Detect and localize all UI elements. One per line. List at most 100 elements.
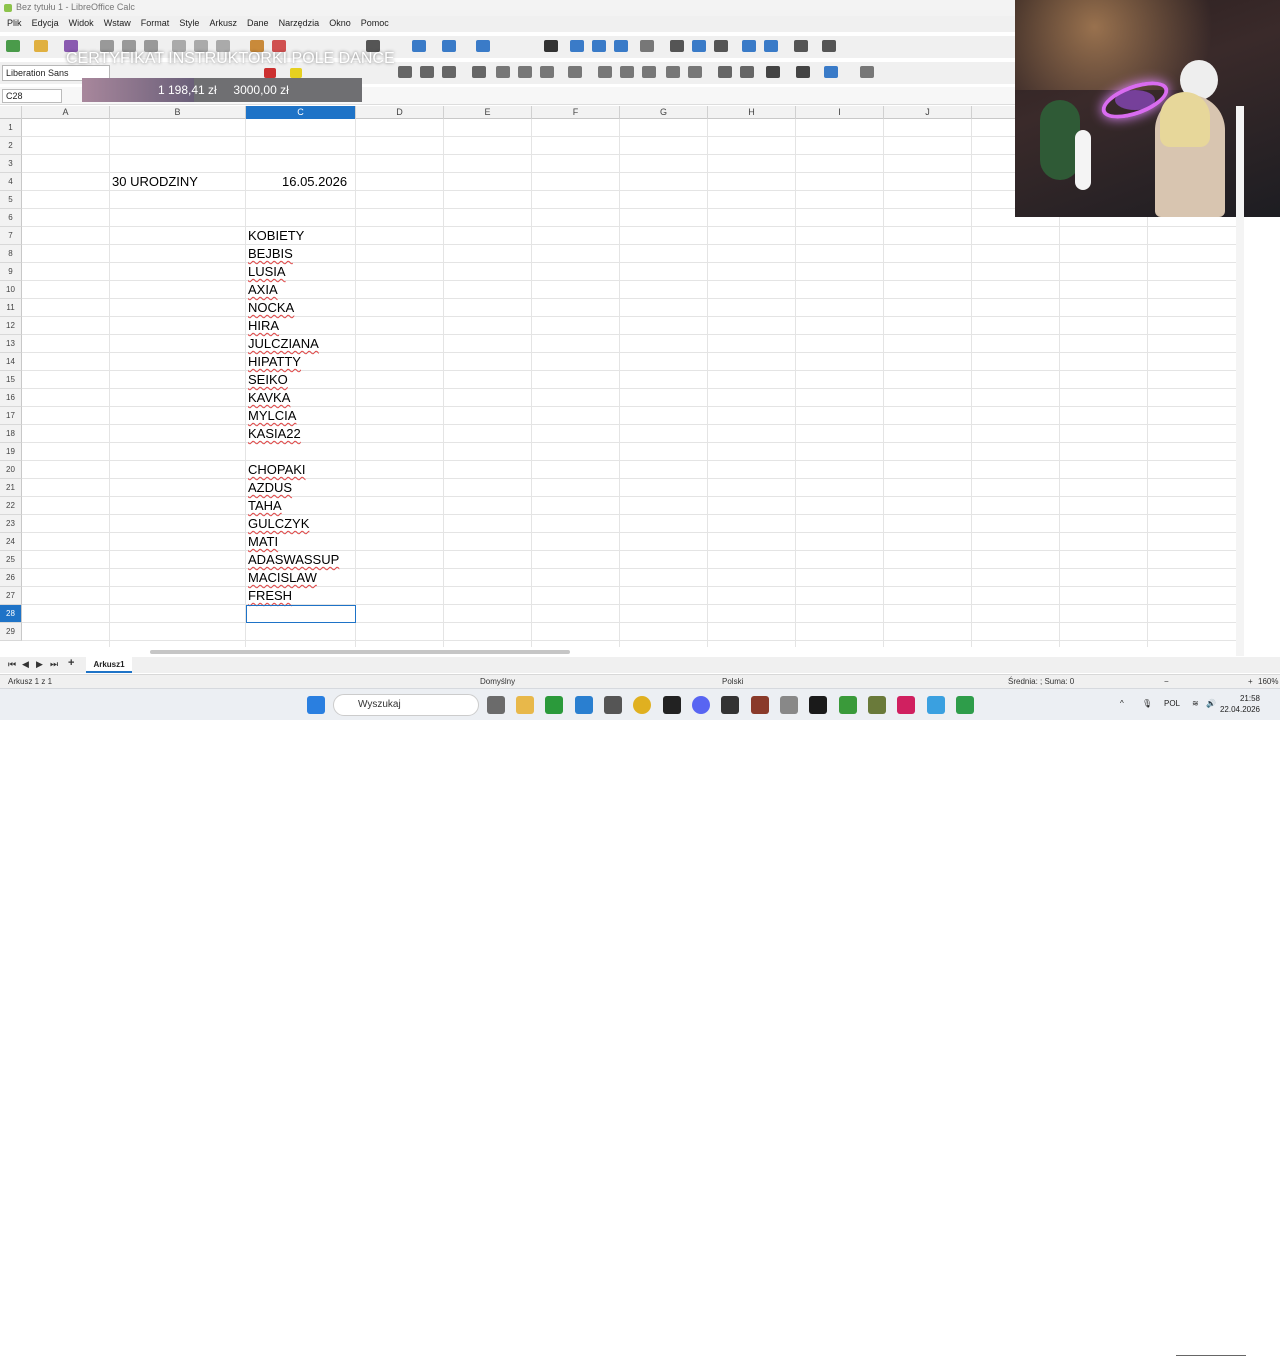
add-decimal-icon[interactable] xyxy=(666,66,680,78)
menu-arkusz[interactable]: Arkusz xyxy=(209,16,237,28)
language-indicator[interactable]: POL xyxy=(1164,699,1180,708)
autofilter-icon[interactable] xyxy=(544,40,558,52)
row-header-18[interactable]: 18 xyxy=(0,425,22,443)
hyperlink-icon[interactable] xyxy=(670,40,684,52)
cell-c15[interactable]: SEIKO xyxy=(248,371,288,389)
tray-chevron-icon[interactable]: ^ xyxy=(1120,699,1124,708)
xbox-icon[interactable] xyxy=(545,696,563,714)
row-header-17[interactable]: 17 xyxy=(0,407,22,425)
row-header-6[interactable]: 6 xyxy=(0,209,22,227)
cell-c14[interactable]: HIPATTY xyxy=(248,353,301,371)
font-color-icon[interactable] xyxy=(264,68,276,78)
menu-format[interactable]: Format xyxy=(141,16,170,28)
align-left-icon[interactable] xyxy=(398,66,412,78)
row-header-22[interactable]: 22 xyxy=(0,497,22,515)
cell-c23[interactable]: GULCZYK xyxy=(248,515,309,533)
select-all-corner[interactable] xyxy=(0,106,22,119)
cell-c16[interactable]: KAVKA xyxy=(248,389,290,407)
comment-icon[interactable] xyxy=(692,40,706,52)
cell-c24[interactable]: MATI xyxy=(248,533,278,551)
status-language[interactable]: Polski xyxy=(722,677,743,686)
special-character-icon[interactable] xyxy=(640,40,654,52)
define-print-area-icon[interactable] xyxy=(742,40,756,52)
discord-icon[interactable] xyxy=(692,696,710,714)
sort-icon[interactable] xyxy=(476,40,490,52)
row-header-7[interactable]: 7 xyxy=(0,227,22,245)
clock[interactable]: 21:58 22.04.2026 xyxy=(1220,693,1260,715)
app-icon[interactable] xyxy=(721,696,739,714)
delete-decimal-icon[interactable] xyxy=(688,66,702,78)
browser-icon[interactable] xyxy=(927,696,945,714)
merge-center-icon[interactable] xyxy=(496,66,510,78)
file-explorer-icon[interactable] xyxy=(516,696,534,714)
cell-c4[interactable]: 16.05.2026 xyxy=(282,173,347,191)
freeze-rows-columns-icon[interactable] xyxy=(764,40,778,52)
border-style-icon[interactable] xyxy=(796,66,810,78)
column-header-h[interactable]: H xyxy=(708,106,796,119)
tiktok-icon[interactable] xyxy=(897,696,915,714)
date-format-icon[interactable] xyxy=(642,66,656,78)
menu-widok[interactable]: Widok xyxy=(69,16,94,28)
row-header-4[interactable]: 4 xyxy=(0,173,22,191)
menu-dane[interactable]: Dane xyxy=(247,16,269,28)
number-format-icon[interactable] xyxy=(620,66,634,78)
vertical-scrollbar[interactable] xyxy=(1236,106,1244,656)
row-header-11[interactable]: 11 xyxy=(0,299,22,317)
next-sheet-icon[interactable]: ▶ xyxy=(36,659,43,670)
column-header-i[interactable]: I xyxy=(796,106,884,119)
row-header-19[interactable]: 19 xyxy=(0,443,22,461)
game2-icon[interactable] xyxy=(868,696,886,714)
column-header-e[interactable]: E xyxy=(444,106,532,119)
sheet-tab-arkusz1[interactable]: Arkusz1 xyxy=(86,657,132,673)
cell-c21[interactable]: AZDUS xyxy=(248,479,292,497)
row-header-24[interactable]: 24 xyxy=(0,533,22,551)
cell-c13[interactable]: JULCZIANA xyxy=(248,335,319,353)
cell-c22[interactable]: TAHA xyxy=(248,497,282,515)
row-header-14[interactable]: 14 xyxy=(0,353,22,371)
row-header-10[interactable]: 10 xyxy=(0,281,22,299)
name-box[interactable]: C28 xyxy=(2,89,62,103)
column-header-d[interactable]: D xyxy=(356,106,444,119)
prev-sheet-icon[interactable]: ◀ xyxy=(22,659,29,670)
row-header-20[interactable]: 20 xyxy=(0,461,22,479)
git-icon[interactable] xyxy=(604,696,622,714)
cell-c27[interactable]: FRESH xyxy=(248,587,292,605)
cell-c8[interactable]: BEJBIS xyxy=(248,245,293,263)
highlight-color-icon[interactable] xyxy=(290,68,302,78)
insert-chart-icon[interactable] xyxy=(592,40,606,52)
add-sheet-icon[interactable]: + xyxy=(68,657,74,669)
align-middle-icon[interactable] xyxy=(540,66,554,78)
row-header-26[interactable]: 26 xyxy=(0,569,22,587)
cell-b4[interactable]: 30 URODZINY xyxy=(112,173,198,191)
headers-footers-icon[interactable] xyxy=(714,40,728,52)
column-header-b[interactable]: B xyxy=(110,106,246,119)
align-right-icon[interactable] xyxy=(442,66,456,78)
row-header-1[interactable]: 1 xyxy=(0,119,22,137)
increase-indent-icon[interactable] xyxy=(718,66,732,78)
column-header-a[interactable]: A xyxy=(22,106,110,119)
row-header-12[interactable]: 12 xyxy=(0,317,22,335)
row-header-13[interactable]: 13 xyxy=(0,335,22,353)
row-header-27[interactable]: 27 xyxy=(0,587,22,605)
cell-c18[interactable]: KASIA22 xyxy=(248,425,301,443)
epic-games-icon[interactable] xyxy=(809,696,827,714)
chrome-icon[interactable] xyxy=(633,696,651,714)
menu-plik[interactable]: Plik xyxy=(7,16,22,28)
new-document-icon[interactable] xyxy=(6,40,20,52)
wrap-text-icon[interactable] xyxy=(472,66,486,78)
menu-style[interactable]: Style xyxy=(179,16,199,28)
task-view-icon[interactable] xyxy=(487,696,505,714)
row-icon[interactable] xyxy=(412,40,426,52)
cell-c9[interactable]: LUSIA xyxy=(248,263,286,281)
show-draw-functions-icon[interactable] xyxy=(822,40,836,52)
row-header-29[interactable]: 29 xyxy=(0,623,22,641)
cell-c12[interactable]: HIRA xyxy=(248,317,279,335)
cell-c26[interactable]: MACISLAW xyxy=(248,569,317,587)
cell-c25[interactable]: ADASWASSUP xyxy=(248,551,339,569)
cell-c10[interactable]: AXIA xyxy=(248,281,278,299)
percent-format-icon[interactable] xyxy=(598,66,612,78)
menu-okno[interactable]: Okno xyxy=(329,16,351,28)
pivot-table-icon[interactable] xyxy=(614,40,628,52)
conditional-format-icon[interactable] xyxy=(860,66,874,78)
borders-icon[interactable] xyxy=(766,66,780,78)
